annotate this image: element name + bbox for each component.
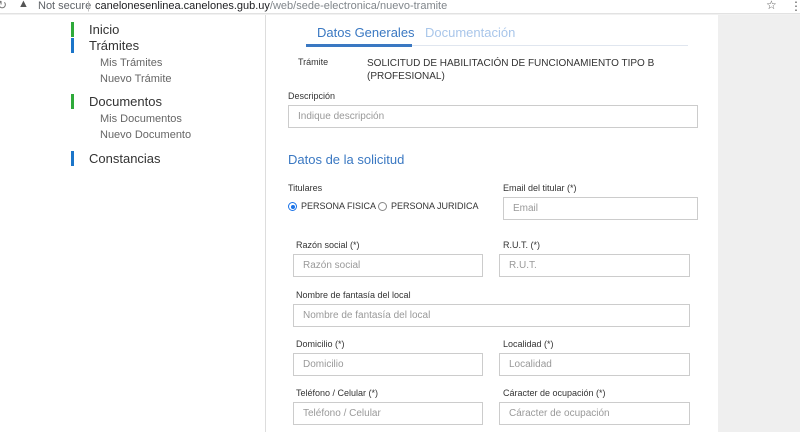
domicilio-input[interactable] [293,353,483,376]
tab-datos-generales[interactable]: Datos Generales [317,25,415,40]
security-label[interactable]: Not secure [38,0,91,12]
radio-label: PERSONA FISICA [301,201,377,211]
email-label: Email del titular (*) [503,183,577,193]
reload-icon[interactable]: ↻ [0,0,7,12]
tramites-indicator [71,38,74,53]
titulares-label: Titulares [288,183,323,193]
radio-persona-juridica[interactable]: PERSONA JURIDICA [378,200,479,212]
documentos-indicator [71,94,74,109]
sidebar-item-constancias[interactable]: Constancias [71,151,161,166]
sidebar-item-documentos[interactable]: Documentos [71,94,162,109]
telefono-input[interactable] [293,402,483,425]
nombre-fantasia-label: Nombre de fantasía del local [296,290,411,300]
sidebar-item-label: Constancias [89,151,161,166]
localidad-label: Localidad (*) [503,339,554,349]
url-text[interactable]: canelonesenlinea.canelones.gub.uy/web/se… [95,0,447,12]
section-title-solicitud: Datos de la solicitud [288,152,405,167]
page-background-right [718,15,800,432]
caracter-ocupacion-input[interactable] [499,402,690,425]
constancias-indicator [71,151,74,166]
descripcion-input[interactable] [288,105,698,128]
nombre-fantasia-input[interactable] [293,304,690,327]
tramite-value-line1: SOLICITUD DE HABILITACIÓN DE FUNCIONAMIE… [367,58,655,69]
sidebar-subitem-mis-documentos[interactable]: Mis Documentos [100,113,182,126]
tramite-value-line2: (PROFESIONAL) [367,71,445,82]
sidebar-item-label: Trámites [89,38,140,53]
domicilio-label: Domicilio (*) [296,339,345,349]
radio-persona-fisica[interactable]: PERSONA FISICA [288,200,376,212]
radio-label: PERSONA JURIDICA [391,201,479,211]
sidebar-subitem-mis-tramites[interactable]: Mis Trámites [100,57,162,70]
caracter-ocupacion-label: Cáracter de ocupación (*) [503,388,606,398]
descripcion-label: Descripción [288,91,336,101]
rut-label: R.U.T. (*) [503,240,540,250]
address-separator: | [87,0,90,12]
active-tab-indicator [306,44,412,47]
localidad-input[interactable] [499,353,690,376]
tramite-label: Trámite [298,57,329,67]
tab-documentacion[interactable]: Documentación [425,25,515,40]
browser-menu-icon[interactable]: ⋮ [790,0,800,13]
url-host: canelonesenlinea.canelones.gub.uy [95,0,270,12]
warning-icon[interactable]: ▲ [18,0,29,10]
sidebar-item-tramites[interactable]: Trámites [71,38,139,53]
sidebar-item-label: Documentos [89,94,162,109]
email-input[interactable] [503,197,698,220]
address-bar: ↻ ▲ Not secure | canelonesenlinea.canelo… [0,0,800,14]
bookmark-star-icon[interactable]: ☆ [766,0,777,12]
razon-social-input[interactable] [293,254,483,277]
telefono-label: Teléfono / Celular (*) [296,388,379,398]
sidebar-item-label: Inicio [89,22,120,37]
sidebar-subitem-nuevo-tramite[interactable]: Nuevo Trámite [100,73,172,86]
sidebar-subitem-nuevo-documento[interactable]: Nuevo Documento [100,129,191,142]
inicio-indicator [71,22,74,37]
radio-checked-icon [288,202,297,211]
radio-unchecked-icon [378,202,387,211]
tramite-value: SOLICITUD DE HABILITACIÓN DE FUNCIONAMIE… [367,57,654,83]
url-path: /web/sede-electronica/nuevo-tramite [269,0,448,12]
sidebar-item-inicio[interactable]: Inicio [71,22,119,37]
rut-input[interactable] [499,254,690,277]
razon-social-label: Razón social (*) [296,240,360,250]
